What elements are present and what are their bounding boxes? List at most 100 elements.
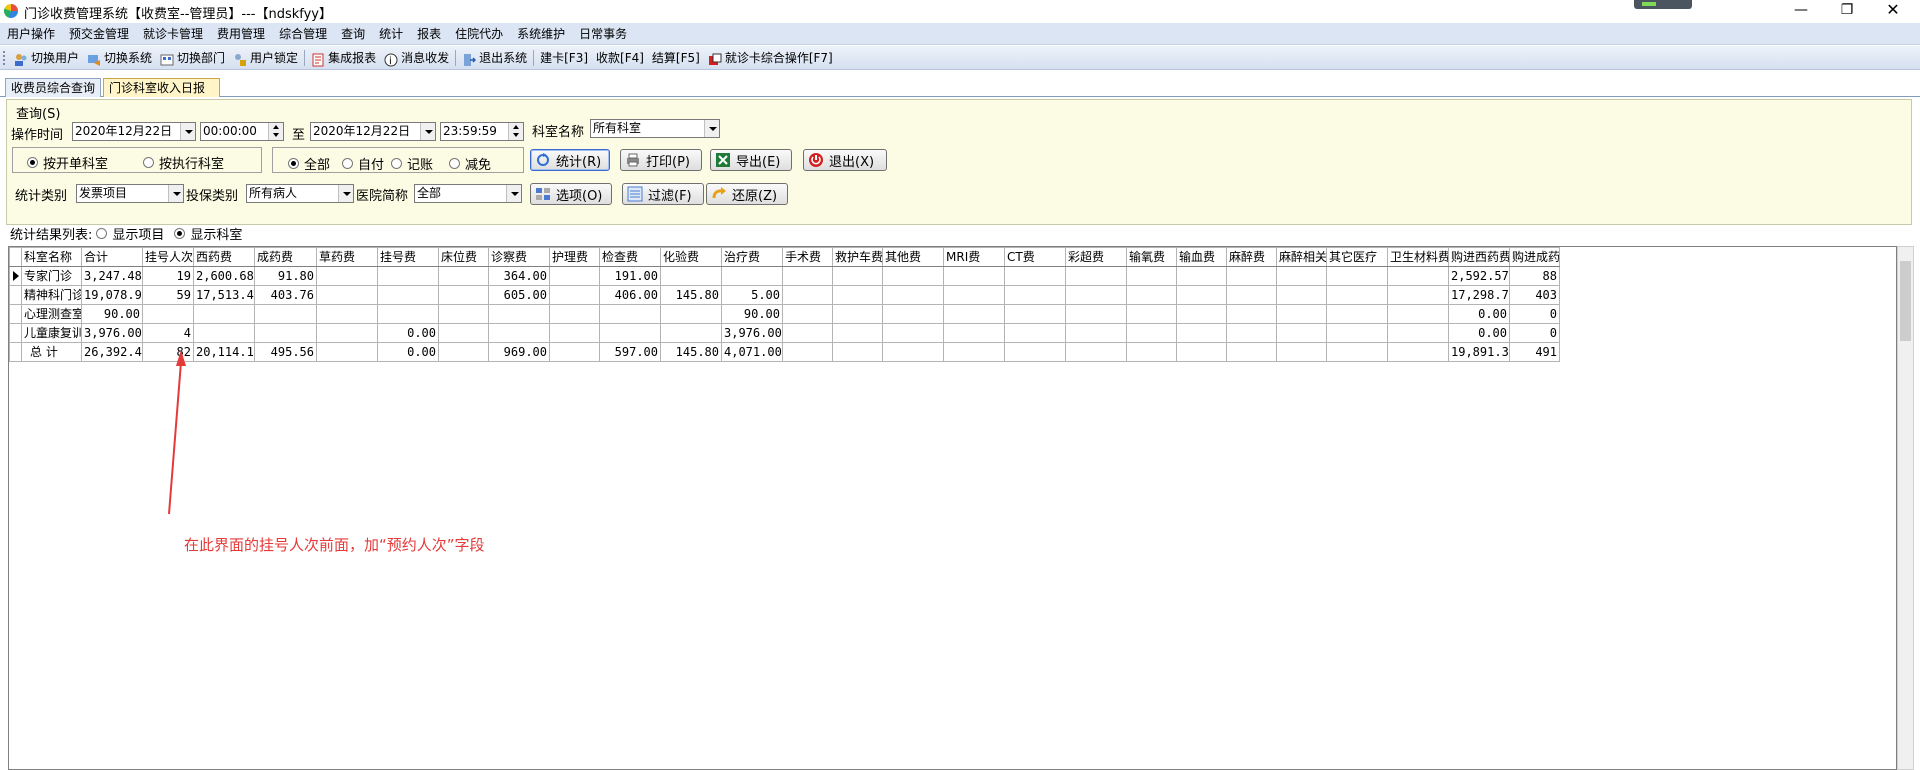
table-cell[interactable]: 90.00: [81, 304, 143, 324]
table-cell[interactable]: [721, 266, 783, 286]
table-cell[interactable]: [832, 266, 883, 286]
column-header[interactable]: CT费: [1004, 247, 1066, 267]
toolbar-button-9[interactable]: 结算[F5]: [648, 46, 704, 70]
table-cell[interactable]: [1226, 285, 1277, 305]
table-cell[interactable]: [599, 323, 661, 343]
table-cell[interactable]: 90.00: [721, 304, 783, 324]
row-label-cell[interactable]: 精神科门诊: [21, 285, 82, 305]
table-cell[interactable]: [660, 266, 722, 286]
table-cell[interactable]: 0.00: [377, 323, 439, 343]
table-cell[interactable]: 0: [1509, 323, 1560, 343]
radio-by-exec-dept[interactable]: 按执行科室: [143, 153, 224, 172]
table-cell[interactable]: 403: [1509, 285, 1560, 305]
row-indicator[interactable]: [9, 304, 22, 324]
table-cell[interactable]: [488, 323, 550, 343]
toolbar-button-8[interactable]: 收款[F4]: [592, 46, 648, 70]
end-date-picker[interactable]: 2020年12月22日: [310, 122, 436, 141]
column-header[interactable]: 卫生材料费: [1387, 247, 1449, 267]
column-header[interactable]: 彩超费: [1065, 247, 1127, 267]
table-cell[interactable]: [1004, 342, 1066, 362]
result-grid[interactable]: 科室名称 合计 挂号人次 西药费 成药费 草药费 挂号费 床位费 诊察费 护理费 检查费 化验费 治疗费…: [8, 246, 1897, 770]
menu-item-2[interactable]: 就诊卡管理: [136, 23, 210, 45]
table-cell[interactable]: [943, 304, 1005, 324]
table-cell[interactable]: 19,891.31: [1448, 342, 1510, 362]
table-cell[interactable]: 0.00: [1448, 304, 1510, 324]
table-cell[interactable]: [1276, 342, 1327, 362]
menu-item-7[interactable]: 报表: [410, 23, 448, 45]
table-cell[interactable]: 2,600.68: [193, 266, 255, 286]
print-button[interactable]: 打印(P): [620, 149, 702, 171]
table-cell[interactable]: 4,071.00: [721, 342, 783, 362]
table-cell[interactable]: [1065, 266, 1127, 286]
column-header[interactable]: 输血费: [1176, 247, 1227, 267]
table-cell[interactable]: [316, 323, 378, 343]
table-row[interactable]: 总 计26,392.478220,114.11495.56 0.00 969.00 5…: [9, 342, 1560, 362]
menu-item-4[interactable]: 综合管理: [272, 23, 334, 45]
column-header[interactable]: 手术费: [782, 247, 833, 267]
table-cell[interactable]: [488, 304, 550, 324]
table-cell[interactable]: [1004, 304, 1066, 324]
start-date-picker[interactable]: 2020年12月22日: [72, 122, 196, 141]
table-cell[interactable]: [1226, 266, 1277, 286]
menu-item-9[interactable]: 系统维护: [510, 23, 572, 45]
table-cell[interactable]: [1326, 323, 1388, 343]
table-cell[interactable]: [1065, 342, 1127, 362]
toolbar-button-3[interactable]: 用户锁定: [229, 46, 302, 70]
radio-show-items[interactable]: 显示项目: [96, 224, 164, 243]
table-cell[interactable]: [1176, 323, 1227, 343]
table-cell[interactable]: 19,078.99: [81, 285, 143, 305]
table-cell[interactable]: [832, 342, 883, 362]
table-cell[interactable]: [1276, 304, 1327, 324]
table-cell[interactable]: 82: [142, 342, 194, 362]
table-cell[interactable]: 59: [142, 285, 194, 305]
table-cell[interactable]: 406.00: [599, 285, 661, 305]
restore-filter-button[interactable]: 还原(Z): [706, 183, 788, 205]
row-indicator[interactable]: [9, 323, 22, 343]
table-cell[interactable]: [549, 323, 600, 343]
tab-dept-daily-report[interactable]: 门诊科室收入日报表: [103, 78, 220, 113]
toolbar-button-7[interactable]: 建卡[F3]: [536, 46, 592, 70]
row-label-cell[interactable]: 儿童康复训练: [21, 323, 82, 343]
table-cell[interactable]: 3,976.00: [721, 323, 783, 343]
table-cell[interactable]: [549, 285, 600, 305]
table-cell[interactable]: [782, 342, 833, 362]
table-cell[interactable]: [316, 285, 378, 305]
column-header[interactable]: 西药费: [193, 247, 255, 267]
table-cell[interactable]: [377, 285, 439, 305]
table-cell[interactable]: [1065, 323, 1127, 343]
tab-cashier-query[interactable]: 收费员综合查询: [5, 78, 101, 97]
table-cell[interactable]: [193, 304, 255, 324]
dept-select[interactable]: 所有科室: [590, 119, 720, 138]
column-header[interactable]: 检查费: [599, 247, 661, 267]
hosp-select[interactable]: 全部: [414, 184, 522, 203]
filter-button[interactable]: 过滤(F): [622, 183, 704, 205]
column-header[interactable]: 床位费: [438, 247, 489, 267]
table-row[interactable]: 专家门诊 3,247.48 19 2,600.68 91.80 364.00 191.00 2…: [9, 266, 1560, 286]
stat-button[interactable]: 统计(R): [530, 149, 610, 171]
menu-item-0[interactable]: 用户操作: [0, 23, 62, 45]
column-header[interactable]: 草药费: [316, 247, 378, 267]
column-header[interactable]: 护理费: [549, 247, 600, 267]
table-cell[interactable]: [1004, 285, 1066, 305]
table-cell[interactable]: [142, 304, 194, 324]
column-header[interactable]: 成药费: [254, 247, 317, 267]
table-cell[interactable]: 20,114.11: [193, 342, 255, 362]
radio-by-open-dept[interactable]: 按开单科室: [27, 153, 108, 172]
toolbar-grip[interactable]: [3, 51, 6, 65]
table-cell[interactable]: [660, 304, 722, 324]
table-cell[interactable]: [1176, 266, 1227, 286]
table-cell[interactable]: 19: [142, 266, 194, 286]
table-cell[interactable]: 364.00: [488, 266, 550, 286]
column-header[interactable]: 麻醉费: [1226, 247, 1277, 267]
table-cell[interactable]: 597.00: [599, 342, 661, 362]
table-cell[interactable]: [193, 323, 255, 343]
table-cell[interactable]: [1387, 266, 1449, 286]
table-cell[interactable]: [438, 266, 489, 286]
toolbar-button-2[interactable]: 切换部门: [156, 46, 229, 70]
table-cell[interactable]: [882, 323, 944, 343]
column-header[interactable]: 输氧费: [1126, 247, 1177, 267]
table-cell[interactable]: [832, 323, 883, 343]
table-cell[interactable]: [1176, 304, 1227, 324]
scrollbar-thumb[interactable]: [1900, 261, 1911, 341]
table-cell[interactable]: [1226, 323, 1277, 343]
